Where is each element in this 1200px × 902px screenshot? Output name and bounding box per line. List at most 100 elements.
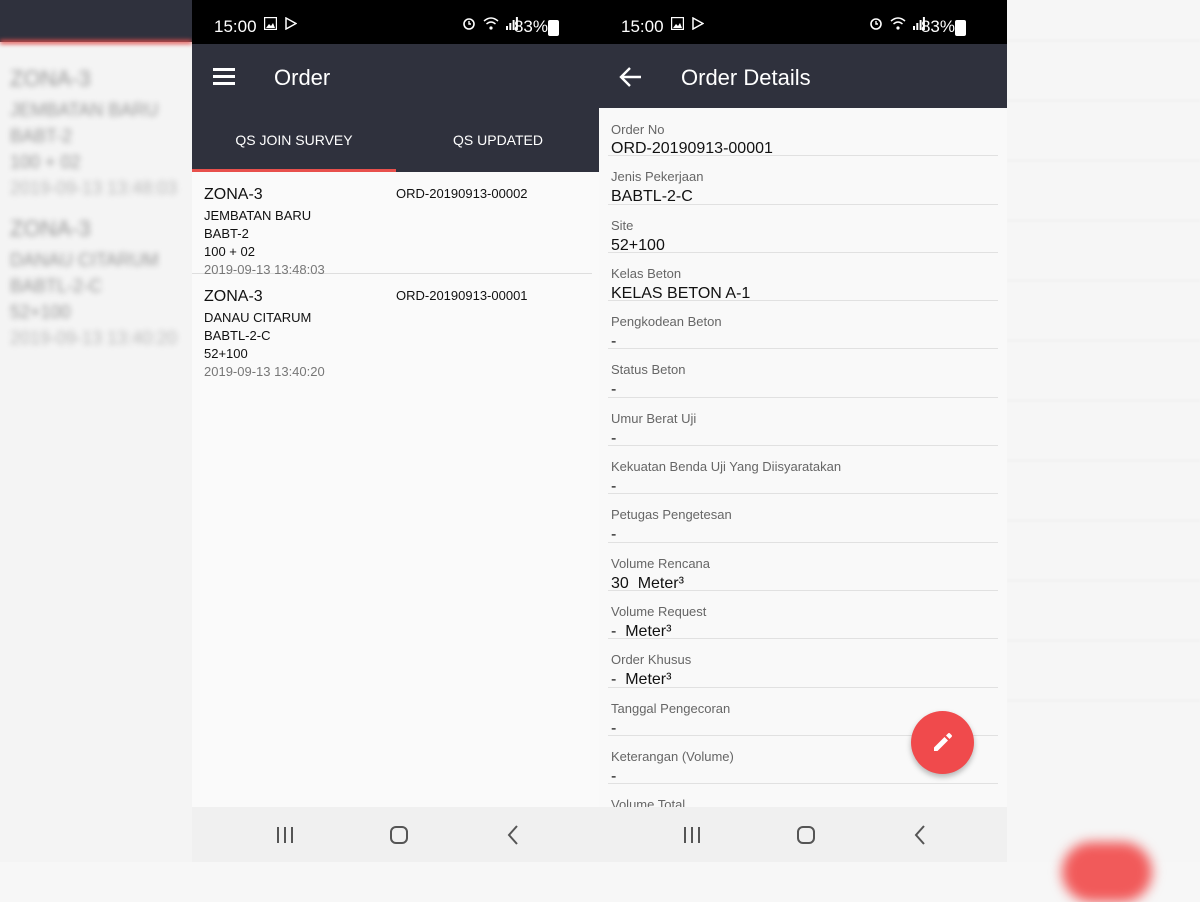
status-right-icons xyxy=(462,16,518,33)
field-label: Tanggal Pengecoran xyxy=(611,700,731,716)
field-label: Kekuatan Benda Uji Yang Diisyaratakan xyxy=(611,459,842,475)
status-bar: 15:00 83% xyxy=(599,0,1007,44)
detail-field-pengkodean-beton: Pengkodean Beton - xyxy=(608,301,998,351)
status-left-icons xyxy=(263,16,298,33)
background-ghost-text: BABT-2 xyxy=(10,126,73,146)
order-number: ORD-20190913-00002 xyxy=(396,186,528,201)
order-site: 100 + 02 xyxy=(204,244,255,259)
battery-icon xyxy=(548,20,559,36)
background-ghost-text: ZONA-3 xyxy=(10,216,91,241)
background-divider xyxy=(1007,460,1200,461)
detail-field-jenis-pekerjaan: Jenis Pekerjaan BABTL-2-C xyxy=(608,156,998,205)
field-value: - xyxy=(611,333,617,351)
detail-field-kelas-beton: Kelas Beton KELAS BETON A-1 xyxy=(608,253,998,302)
play-store-icon xyxy=(285,16,298,31)
detail-field-umur-berat-uji: Umur Berat Uji - xyxy=(608,398,998,447)
wifi-icon xyxy=(483,17,499,30)
field-value: - xyxy=(611,719,617,737)
detail-field-order-khusus: Order Khusus - Meter³ xyxy=(608,639,998,689)
back-icon[interactable] xyxy=(905,820,935,850)
field-label: Volume Total xyxy=(611,797,686,807)
app-bar: Order Details xyxy=(599,44,1007,108)
order-details-screen: 15:00 83% Order Details Order No ORD-201… xyxy=(599,0,1007,862)
status-left-icons xyxy=(670,16,705,33)
background-divider xyxy=(1007,640,1200,641)
background-fab-blurred xyxy=(1062,842,1152,902)
detail-field-order-no: Order No ORD-20190913-00001 xyxy=(608,108,998,157)
detail-field-volume-request: Volume Request - Meter³ xyxy=(608,591,998,640)
background-divider xyxy=(1007,400,1200,401)
tab-qs-updated[interactable]: QS UPDATED xyxy=(396,108,600,172)
background-ghost-text: 2019-09-13 13:48:03 xyxy=(10,178,178,198)
background-divider xyxy=(1007,220,1200,221)
page-title: Order Details xyxy=(681,65,811,90)
order-details-list: Order No ORD-20190913-00001 Jenis Pekerj… xyxy=(599,108,1007,807)
field-value: - xyxy=(611,526,617,544)
field-label: Keterangan (Volume) xyxy=(611,748,734,764)
app-bar: Order xyxy=(192,44,600,108)
order-list: ZONA-3 JEMBATAN BARU BABT-2 100 + 02 201… xyxy=(192,172,600,379)
background-app-bar xyxy=(0,0,192,42)
home-icon[interactable] xyxy=(384,820,414,850)
field-label: Site xyxy=(611,217,634,233)
recent-apps-icon[interactable] xyxy=(270,820,300,850)
image-icon xyxy=(263,16,278,31)
status-right-icons xyxy=(869,16,925,33)
background-divider xyxy=(1007,700,1200,701)
detail-field-site: Site 52+100 xyxy=(608,205,998,254)
tab-qs-join-survey[interactable]: QS JOIN SURVEY xyxy=(192,108,396,172)
back-arrow-icon[interactable] xyxy=(619,66,643,88)
background-divider xyxy=(1007,160,1200,161)
background-divider xyxy=(1007,340,1200,341)
background-divider xyxy=(1007,100,1200,101)
wifi-icon xyxy=(890,17,906,30)
background-divider xyxy=(1007,520,1200,521)
order-number: ORD-20190913-00001 xyxy=(396,288,528,303)
detail-field-status-beton: Status Beton - xyxy=(608,349,998,399)
field-value: KELAS BETON A-1 xyxy=(611,284,751,302)
field-value: - xyxy=(611,429,617,447)
edit-fab-button[interactable] xyxy=(911,711,974,774)
field-label: Umur Berat Uji xyxy=(611,410,697,426)
background-ghost-text: DANAU CITARUM xyxy=(10,250,159,270)
field-label: Volume Rencana xyxy=(611,555,711,571)
detail-field-petugas-pengetesan: Petugas Pengetesan - xyxy=(608,494,998,544)
page-title: Order xyxy=(274,65,331,90)
hamburger-menu-icon[interactable] xyxy=(213,68,235,85)
background-divider xyxy=(1007,580,1200,581)
field-label: Volume Request xyxy=(611,603,707,619)
order-date: 2019-09-13 13:40:20 xyxy=(204,364,325,379)
alarm-icon xyxy=(869,18,882,30)
field-value: - xyxy=(611,767,617,785)
field-value: ORD-20190913-00001 xyxy=(611,140,773,157)
image-icon xyxy=(670,16,685,31)
order-zona: ZONA-3 xyxy=(204,288,263,305)
order-lokasi: JEMBATAN BARU xyxy=(204,208,312,223)
alarm-icon xyxy=(462,18,475,30)
background-divider xyxy=(1007,40,1200,41)
navigation-bar xyxy=(599,807,1007,862)
order-site: 52+100 xyxy=(204,346,248,361)
background-ghost-text: ZONA-3 xyxy=(10,66,91,91)
field-value: - xyxy=(611,381,617,399)
detail-field-volume-total: Volume Total xyxy=(608,784,998,807)
field-value: 30 Meter³ xyxy=(611,574,684,592)
background-ghost-text: JEMBATAN BARU xyxy=(10,100,159,120)
order-list-item[interactable]: ZONA-3 DANAU CITARUM BABTL-2-C 52+100 20… xyxy=(192,274,592,379)
background-ghost-text: BABTL-2-C xyxy=(10,276,103,296)
field-label: Jenis Pekerjaan xyxy=(611,169,704,185)
status-time: 15:00 xyxy=(214,17,257,36)
background-right-blurred xyxy=(1007,0,1200,862)
background-ghost-text: 52+100 xyxy=(10,302,71,322)
recent-apps-icon[interactable] xyxy=(677,820,707,850)
status-time: 15:00 xyxy=(621,17,664,36)
status-bar: 15:00 83% xyxy=(192,0,600,44)
home-icon[interactable] xyxy=(791,820,821,850)
back-icon[interactable] xyxy=(498,820,528,850)
field-value: - Meter³ xyxy=(611,622,672,640)
battery-percentage: 83% xyxy=(513,17,548,36)
field-value: - Meter³ xyxy=(611,671,672,689)
field-label: Order Khusus xyxy=(611,652,692,668)
order-list-item[interactable]: ZONA-3 JEMBATAN BARU BABT-2 100 + 02 201… xyxy=(192,172,592,277)
background-ghost-text: 100 + 02 xyxy=(10,152,81,172)
